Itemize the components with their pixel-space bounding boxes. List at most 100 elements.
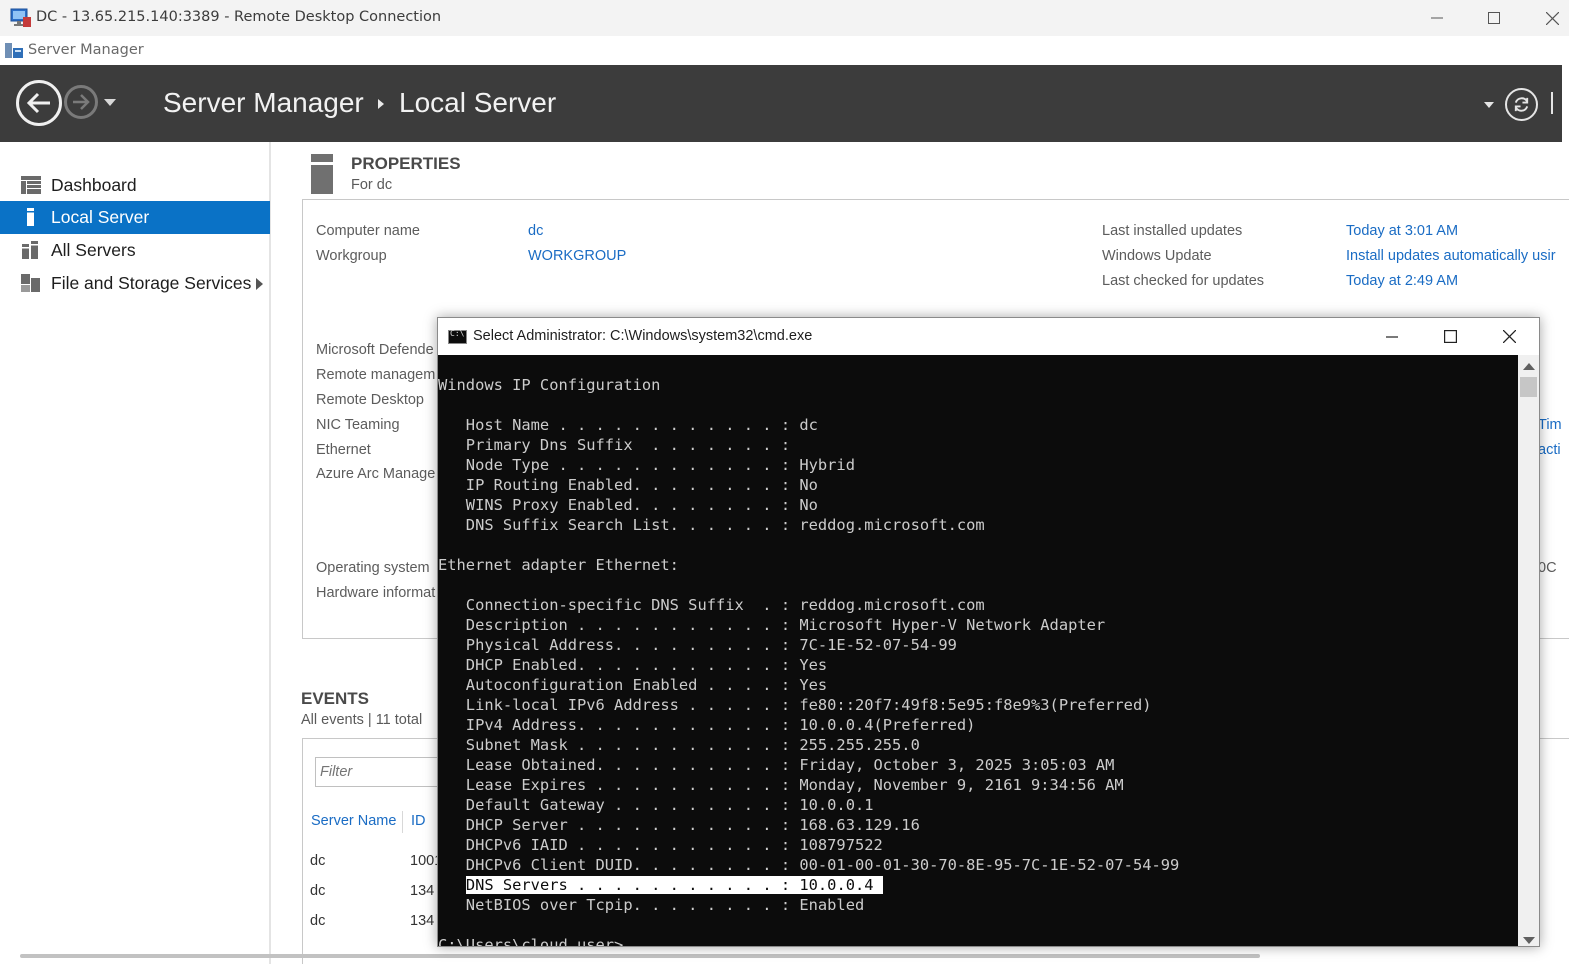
- activation-link-partial[interactable]: acti: [1538, 442, 1561, 458]
- hardware-info-label: Hardware informat: [316, 585, 436, 601]
- workgroup-link[interactable]: WORKGROUP: [528, 248, 626, 264]
- close-icon: [1502, 330, 1516, 343]
- console-line: DHCPv6 Client DUID. . . . . . . . : 00-0…: [438, 856, 1180, 874]
- console-line: IP Routing Enabled. . . . . . . . : No: [438, 476, 818, 494]
- manage-menu-divider: [1551, 92, 1553, 114]
- scroll-thumb[interactable]: [1520, 377, 1537, 397]
- console-line: IPv4 Address. . . . . . . . . . . : 10.0…: [438, 716, 976, 734]
- rdp-maximize-button[interactable]: [1471, 2, 1517, 34]
- cmd-icon: C:\: [448, 329, 467, 344]
- cmd-vertical-scrollbar[interactable]: [1518, 355, 1539, 946]
- console-line: DHCP Enabled. . . . . . . . . . . : Yes: [438, 656, 828, 674]
- windows-update-label: Windows Update: [1102, 248, 1212, 264]
- last-checked-updates-link[interactable]: Today at 2:49 AM: [1346, 273, 1458, 289]
- rdp-title-bar: DC - 13.65.215.140:3389 - Remote Desktop…: [0, 0, 1569, 36]
- console-line: DHCPv6 IAID . . . . . . . . . . . : 1087…: [438, 836, 883, 854]
- console-line: Primary Dns Suffix . . . . . . . :: [438, 436, 791, 454]
- computer-name-label: Computer name: [316, 223, 420, 239]
- console-line: Lease Expires . . . . . . . . . . : Mond…: [438, 776, 1124, 794]
- nic-teaming-label: NIC Teaming: [316, 417, 400, 433]
- cell-id: 134: [410, 913, 435, 929]
- selected-text-dns-servers[interactable]: DNS Servers . . . . . . . . . . . : 10.0…: [465, 876, 883, 894]
- time-zone-link-partial[interactable]: Tim: [1538, 417, 1562, 433]
- refresh-button[interactable]: [1505, 88, 1538, 121]
- horizontal-scrollbar[interactable]: [20, 954, 1260, 958]
- console-line: Subnet Mask . . . . . . . . . . . : 255.…: [438, 736, 920, 754]
- computer-name-link[interactable]: dc: [528, 223, 543, 239]
- minimize-icon: [1431, 17, 1443, 19]
- defender-label: Microsoft Defende: [316, 342, 434, 358]
- processor-value-partial: 0C: [1538, 560, 1557, 576]
- last-checked-updates-label: Last checked for updates: [1102, 273, 1265, 289]
- breadcrumb-root[interactable]: Server Manager: [163, 87, 364, 119]
- console-line: C:\Users\cloud_user>: [438, 936, 624, 947]
- minimize-icon: [1386, 335, 1398, 338]
- console-output[interactable]: Windows IP Configuration Host Name . . .…: [438, 355, 1518, 947]
- close-icon: [1545, 11, 1559, 25]
- operating-system-label: Operating system: [316, 560, 430, 576]
- console-line: Lease Obtained. . . . . . . . . . : Frid…: [438, 756, 1115, 774]
- refresh-icon: [1514, 97, 1529, 112]
- console-line: Link-local IPv6 Address . . . . . : fe80…: [438, 696, 1152, 714]
- azure-arc-label: Azure Arc Manage: [316, 466, 436, 482]
- storage-icon: [21, 274, 40, 292]
- scroll-up-icon[interactable]: [1523, 363, 1535, 370]
- column-header-server-name[interactable]: Server Name: [311, 813, 396, 829]
- back-arrow-icon: [26, 92, 50, 114]
- cell-id: 134: [410, 883, 435, 899]
- sm-title-bar: Server Manager: [0, 36, 1569, 65]
- console-line: WINS Proxy Enabled. . . . . . . . : No: [438, 496, 818, 514]
- server-manager-icon: [5, 43, 23, 58]
- workgroup-label: Workgroup: [316, 248, 387, 264]
- back-button[interactable]: [16, 80, 62, 126]
- sidebar-item-dashboard[interactable]: Dashboard: [0, 169, 270, 202]
- sidebar-item-label: All Servers: [51, 240, 136, 260]
- console-line: DHCP Server . . . . . . . . . . . : 168.…: [438, 816, 920, 834]
- sidebar-item-file-storage[interactable]: File and Storage Services: [0, 267, 270, 300]
- ethernet-label: Ethernet: [316, 442, 371, 458]
- rdp-minimize-button[interactable]: [1414, 2, 1460, 34]
- windows-update-link[interactable]: Install updates automatically usir: [1346, 248, 1556, 264]
- column-divider[interactable]: [402, 811, 403, 833]
- properties-title: PROPERTIES: [351, 154, 461, 173]
- forward-button[interactable]: [64, 85, 98, 119]
- properties-server-icon: [311, 154, 333, 194]
- column-header-id[interactable]: ID: [411, 813, 426, 829]
- rdp-window-title: DC - 13.65.215.140:3389 - Remote Desktop…: [36, 9, 442, 25]
- expand-arrow-icon[interactable]: [256, 278, 263, 290]
- console-line: Default Gateway . . . . . . . . . : 10.0…: [438, 796, 874, 814]
- console-line: Host Name . . . . . . . . . . . . : dc: [438, 416, 818, 434]
- console-line-selected: DNS Servers . . . . . . . . . . . : 10.0…: [438, 875, 1518, 895]
- console-line: Node Type . . . . . . . . . . . . : Hybr…: [438, 456, 855, 474]
- rdp-close-button[interactable]: [1529, 2, 1569, 34]
- cmd-minimize-button[interactable]: [1363, 318, 1421, 355]
- cmd-maximize-button[interactable]: [1421, 318, 1479, 355]
- cmd-close-button[interactable]: [1480, 318, 1538, 355]
- remote-desktop-icon: [10, 8, 31, 27]
- sidebar-item-label: Local Server: [51, 207, 150, 227]
- cmd-title-bar[interactable]: C:\ Select Administrator: C:\Windows\sys…: [438, 318, 1539, 355]
- cell-server: dc: [310, 883, 326, 899]
- console-line: Ethernet adapter Ethernet:: [438, 556, 679, 574]
- console-line: Connection-specific DNS Suffix . : reddo…: [438, 596, 985, 614]
- maximize-icon: [1488, 12, 1500, 24]
- console-line: NetBIOS over Tcpip. . . . . . . . : Enab…: [438, 896, 865, 914]
- console-line: Physical Address. . . . . . . . . : 7C-1…: [438, 636, 957, 654]
- properties-subtitle: For dc: [351, 177, 393, 193]
- dashboard-grid-icon: [21, 176, 41, 194]
- sidebar: Dashboard Local Server All Servers File …: [0, 142, 271, 964]
- history-dropdown-icon[interactable]: [104, 99, 116, 106]
- header-dropdown-icon[interactable]: [1484, 102, 1494, 108]
- remote-management-label: Remote managem: [316, 367, 436, 383]
- cmd-icon-text: C:\: [450, 329, 465, 338]
- scroll-down-icon[interactable]: [1523, 937, 1535, 944]
- cmd-window[interactable]: C:\ Select Administrator: C:\Windows\sys…: [437, 317, 1540, 947]
- server-icon: [27, 208, 34, 226]
- sidebar-item-label: File and Storage Services: [51, 273, 252, 293]
- last-installed-updates-link[interactable]: Today at 3:01 AM: [1346, 223, 1458, 239]
- sidebar-item-local-server[interactable]: Local Server: [0, 201, 270, 234]
- sidebar-item-all-servers[interactable]: All Servers: [0, 234, 270, 267]
- breadcrumb-current-page: Local Server: [399, 87, 557, 118]
- sidebar-item-label: Dashboard: [51, 175, 137, 195]
